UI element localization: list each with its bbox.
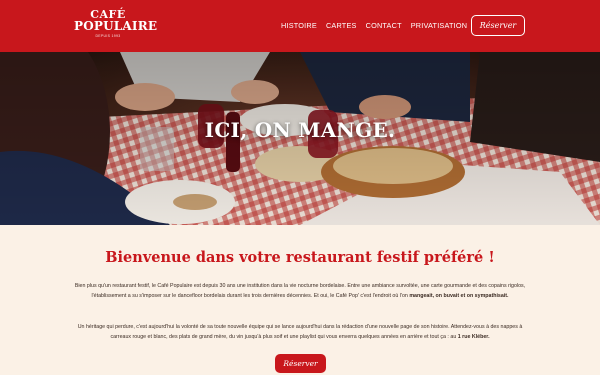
logo-text-populaire: POPULAIRE xyxy=(74,19,158,33)
reserve-button-header[interactable]: Réserver xyxy=(471,15,525,36)
welcome-section: Bienvenue dans votre restaurant festif p… xyxy=(0,225,600,375)
heritage-paragraph: Un héritage qui perdure, c'est aujourd'h… xyxy=(74,322,526,342)
heritage-text: Un héritage qui perdure, c'est aujourd'h… xyxy=(77,324,523,341)
logo-text-since: DEPUIS 1993 xyxy=(95,34,121,38)
nav-item-histoire[interactable]: HISTOIRE xyxy=(281,21,317,30)
cafe-populaire-logo[interactable]: CAFÉ POPULAIRE DEPUIS 1993 xyxy=(74,9,158,39)
intro-emphasis: mangeait, on buvait et on sympathisait. xyxy=(409,293,509,300)
intro-paragraph: Bien plus qu'un restaurant festif, le Ca… xyxy=(74,281,526,301)
site-header: CAFÉ POPULAIRE DEPUIS 1993 HISTOIRE CART… xyxy=(0,0,600,52)
hero-title: ICI, ON MANGE. xyxy=(204,118,396,142)
welcome-title: Bienvenue dans votre restaurant festif p… xyxy=(105,249,495,266)
nav-item-contact[interactable]: CONTACT xyxy=(366,21,402,30)
reserve-button-content[interactable]: Réserver xyxy=(275,354,326,373)
nav-item-cartes[interactable]: CARTES xyxy=(326,21,357,30)
hero-banner: ICI, ON MANGE. xyxy=(0,52,600,225)
main-nav: HISTOIRE CARTES CONTACT PRIVATISATION xyxy=(281,21,467,30)
address-text: 1 rue Kléber. xyxy=(457,334,490,341)
nav-item-privatisation[interactable]: PRIVATISATION xyxy=(411,21,468,30)
